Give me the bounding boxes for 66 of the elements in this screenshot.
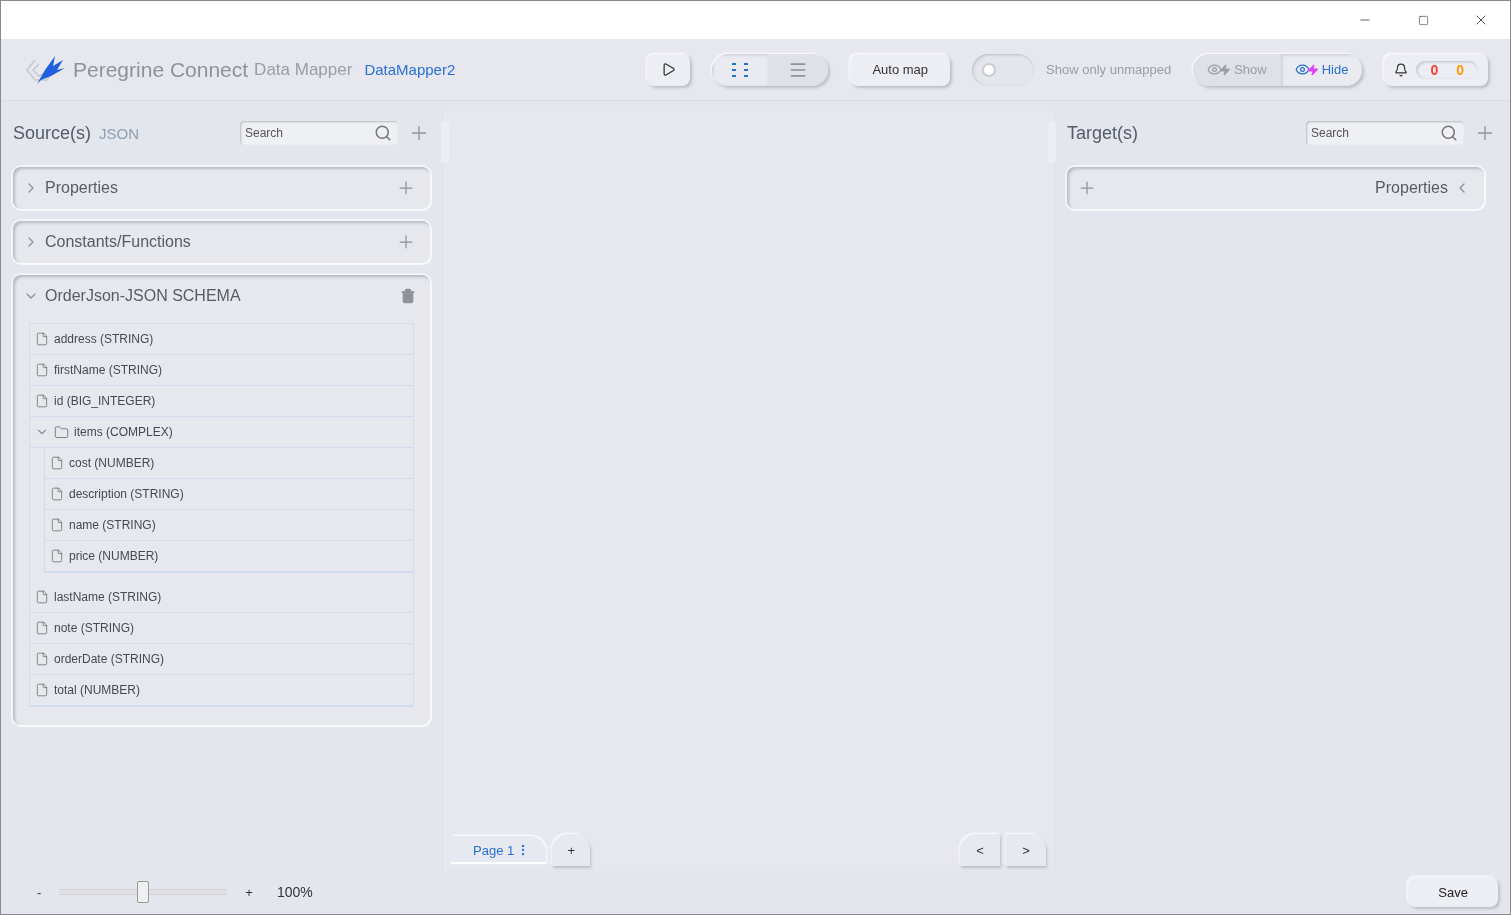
file-icon [50, 487, 64, 501]
file-icon [35, 332, 49, 346]
field-label[interactable]: description (STRING) [69, 487, 184, 501]
file-icon [35, 652, 49, 666]
page-nav-button[interactable]: < [960, 834, 1000, 866]
lightning-icon [1219, 63, 1232, 76]
section-title[interactable]: Properties [45, 179, 118, 197]
bell-icon[interactable] [1394, 62, 1409, 77]
zoom-in-button[interactable]: + [245, 884, 253, 900]
file-icon [50, 549, 64, 563]
toggle-label: Show only unmapped [1046, 62, 1172, 77]
section-title[interactable]: Constants/Functions [45, 233, 191, 251]
field-label[interactable]: items (COMPLEX) [74, 425, 173, 439]
field-label[interactable]: lastName (STRING) [54, 590, 162, 604]
mapper-name[interactable]: DataMapper2 [364, 61, 456, 78]
lightning-icon [1306, 63, 1319, 76]
eye-icon [1207, 62, 1223, 77]
file-icon [35, 590, 49, 604]
file-icon [35, 621, 49, 635]
eye-icon [1294, 62, 1310, 77]
zoom-reading: 100% [276, 884, 313, 900]
format-label: JSON [99, 124, 140, 142]
unmapped-toggle[interactable] [972, 53, 1035, 86]
page-tab[interactable]: Page 1 [451, 836, 547, 864]
page-nav-button[interactable]: > [1006, 834, 1046, 866]
file-icon [35, 363, 49, 377]
brand-name: Peregrine Connect [73, 57, 249, 82]
panel-title: Source(s) [13, 122, 92, 144]
slider-thumb[interactable] [137, 881, 150, 903]
play-icon [661, 62, 677, 77]
trash-icon [400, 288, 416, 304]
zoom-out-button[interactable]: - [37, 884, 42, 900]
save-button[interactable]: Save [1408, 877, 1498, 907]
field-label[interactable]: name (STRING) [69, 518, 156, 532]
panel-title: Target(s) [1067, 122, 1138, 144]
delete-button[interactable] [400, 288, 416, 304]
search-icon[interactable] [1440, 124, 1458, 142]
count-label: 0 [1430, 61, 1439, 78]
field-label[interactable]: address (STRING) [54, 332, 154, 346]
field-label[interactable]: total (NUMBER) [54, 683, 140, 697]
field-label[interactable]: orderDate (STRING) [54, 652, 165, 666]
field-label[interactable]: id (BIG_INTEGER) [54, 394, 156, 408]
maximize-icon [1417, 14, 1429, 26]
view-mode-button[interactable] [768, 53, 829, 86]
product-name: Data Mapper [254, 59, 353, 80]
search-field[interactable]: Search [1306, 121, 1464, 145]
dotted-columns-icon [732, 62, 749, 77]
file-icon [35, 683, 49, 697]
section-title[interactable]: Properties [1375, 179, 1448, 197]
search-icon[interactable] [374, 124, 392, 142]
count-label: 0 [1456, 61, 1464, 78]
search-field[interactable]: Search [240, 121, 398, 145]
file-icon [35, 394, 49, 408]
field-label[interactable]: firstName (STRING) [54, 363, 162, 377]
field-label[interactable]: note (STRING) [54, 621, 134, 635]
add-page-button[interactable]: + [552, 834, 591, 866]
file-icon [50, 456, 64, 470]
field-label[interactable]: cost (NUMBER) [69, 456, 155, 470]
field-label[interactable]: price (NUMBER) [69, 549, 159, 563]
run-button[interactable] [647, 53, 691, 86]
view-mode-button[interactable] [712, 53, 769, 86]
auto-map-button[interactable]: Auto map [850, 53, 951, 86]
file-icon [50, 518, 64, 532]
folder-icon [54, 424, 69, 440]
visibility-button[interactable]: Hide [1280, 53, 1363, 86]
section-title[interactable]: OrderJson-JSON SCHEMA [45, 287, 241, 305]
